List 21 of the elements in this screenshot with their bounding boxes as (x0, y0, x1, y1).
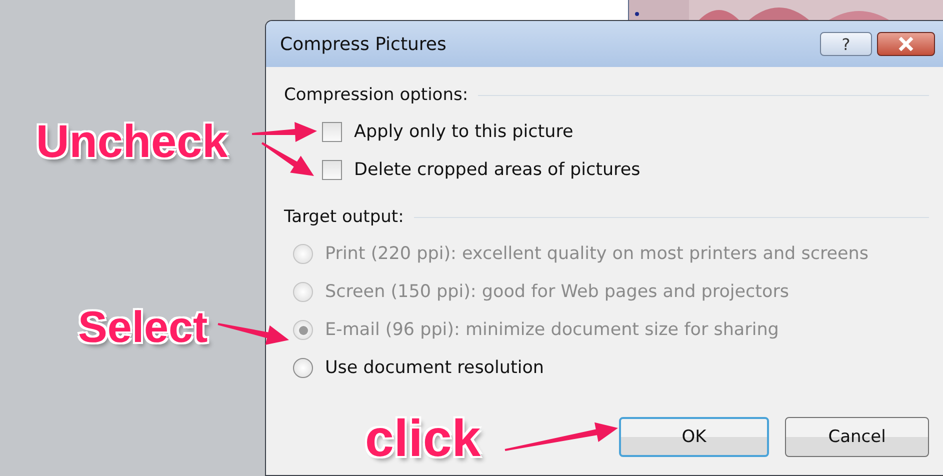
checkbox[interactable] (322, 160, 342, 180)
section-heading: Target output: (284, 207, 404, 227)
checkbox[interactable] (322, 122, 342, 142)
annotation-label: click (365, 413, 481, 465)
close-icon (898, 37, 914, 51)
help-button[interactable]: ? (820, 32, 872, 56)
radio-button[interactable] (293, 358, 313, 378)
annotation-label: Uncheck (36, 118, 228, 164)
radio-label: Use document resolution (325, 358, 544, 378)
radio-label: Print (220 ppi): excellent quality on most printers and screens (325, 244, 868, 264)
cancel-button[interactable]: Cancel (785, 417, 929, 457)
radio-label: Screen (150 ppi): good for Web pages and projectors (325, 282, 790, 302)
window-title: Compress Pictures (280, 34, 448, 54)
ok-button[interactable]: OK (619, 417, 769, 457)
close-button[interactable] (877, 32, 935, 56)
checkbox-label: Apply only to this picture (354, 122, 574, 142)
checkbox-label: Delete cropped areas of pictures (354, 160, 640, 180)
radio-label: E-mail (96 ppi): minimize document size for sharing (325, 320, 779, 340)
annotation-label: Select (78, 306, 208, 350)
arrow (218, 323, 289, 345)
section-heading: Compression options: (284, 85, 468, 105)
